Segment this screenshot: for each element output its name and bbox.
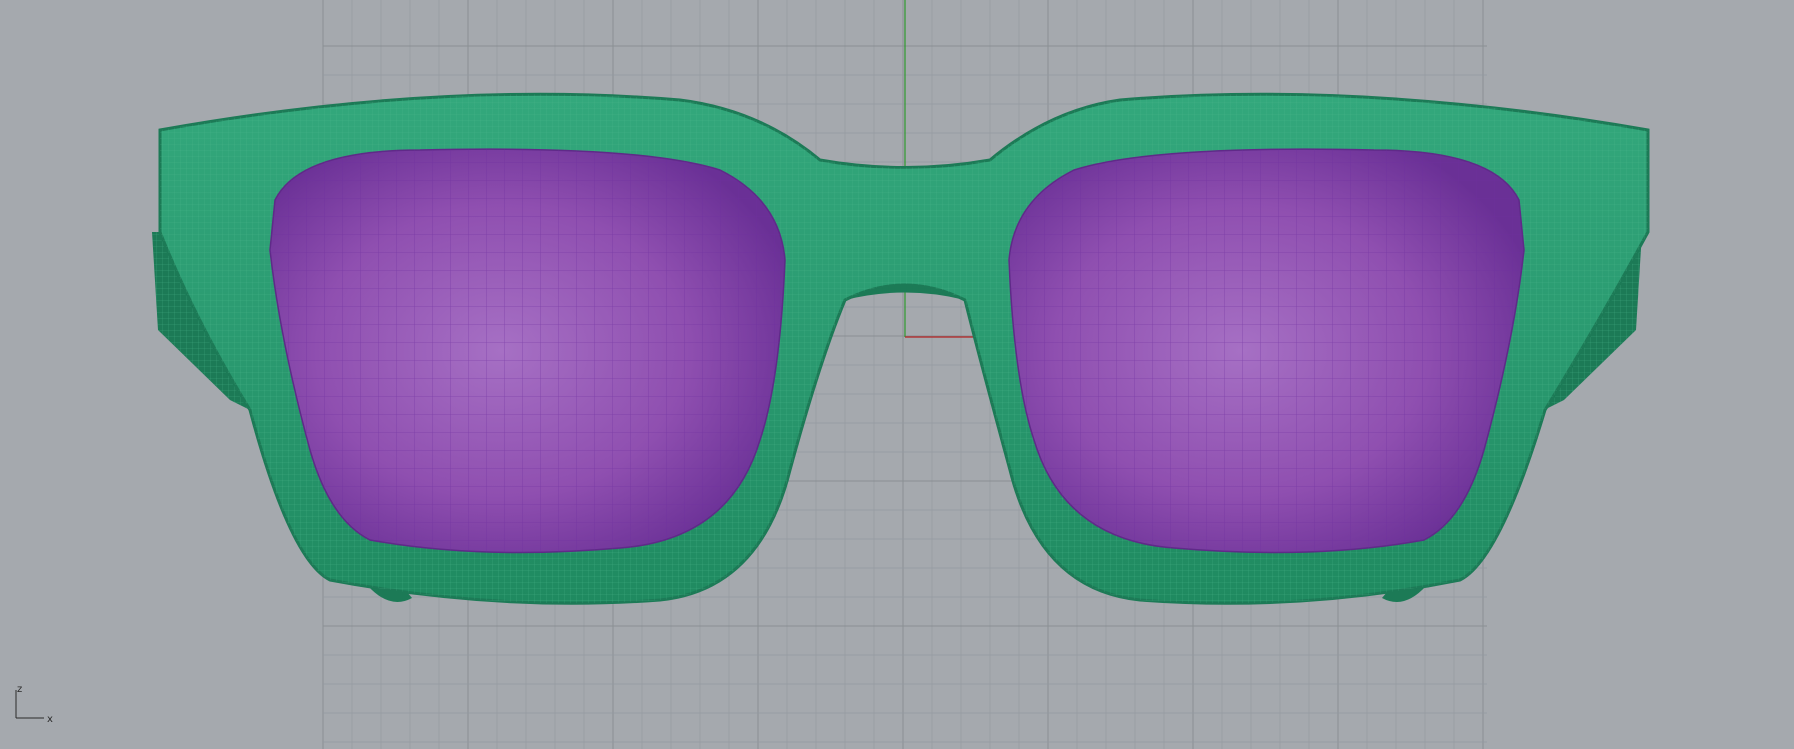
lens-right-mesh <box>1009 149 1524 553</box>
viewport-scene[interactable]: z x <box>0 0 1794 749</box>
viewport-front[interactable]: z x <box>0 0 1794 749</box>
axis-gizmo-z-label: z <box>17 684 22 695</box>
axis-gizmo: z x <box>15 684 53 725</box>
axis-gizmo-x-label: x <box>47 714 53 725</box>
lens-left-mesh <box>270 149 785 553</box>
sunglasses-model[interactable] <box>152 92 1650 605</box>
